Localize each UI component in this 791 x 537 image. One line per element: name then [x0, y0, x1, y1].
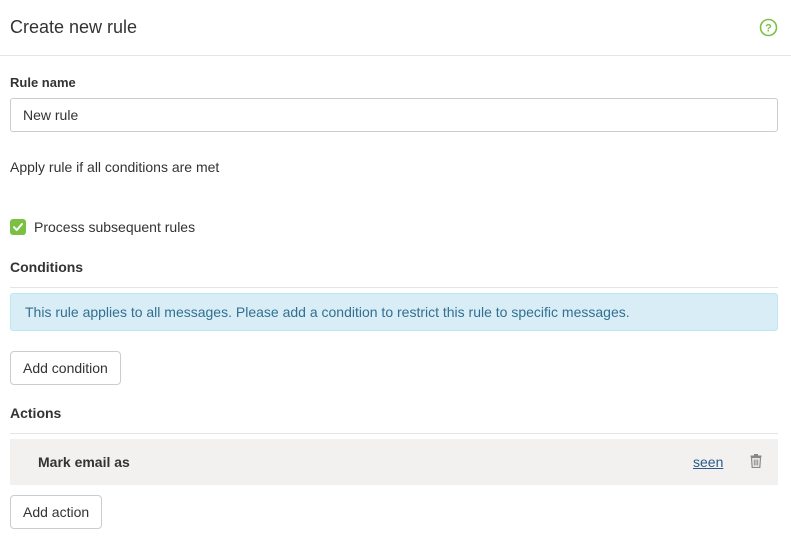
conditions-info-alert: This rule applies to all messages. Pleas…: [10, 293, 778, 331]
rule-name-label: Rule name: [10, 75, 76, 90]
apply-rule-text: Apply rule if all conditions are met: [10, 159, 220, 175]
page-title: Create new rule: [10, 17, 138, 37]
action-value-link[interactable]: seen: [693, 454, 723, 470]
action-label: Mark email as: [38, 454, 130, 470]
add-condition-button[interactable]: Add condition: [10, 351, 121, 385]
question-circle-icon[interactable]: ?: [759, 18, 778, 37]
actions-heading: Actions: [10, 405, 62, 421]
rule-name-input[interactable]: [10, 98, 778, 132]
trash-icon[interactable]: [750, 454, 762, 468]
checkmark-icon: [13, 223, 23, 231]
dialog-header: Create new rule ?: [0, 0, 791, 56]
process-subsequent-checkbox[interactable]: [10, 219, 26, 235]
conditions-divider: [10, 287, 778, 288]
add-action-button[interactable]: Add action: [10, 495, 103, 529]
conditions-heading: Conditions: [10, 259, 84, 275]
actions-divider: [10, 433, 778, 434]
create-rule-dialog: Create new rule ? Rule name Apply rule i…: [0, 0, 791, 537]
svg-text:?: ?: [765, 23, 772, 35]
process-subsequent-label[interactable]: Process subsequent rules: [34, 219, 195, 235]
action-row: Mark email as seen: [10, 439, 778, 485]
